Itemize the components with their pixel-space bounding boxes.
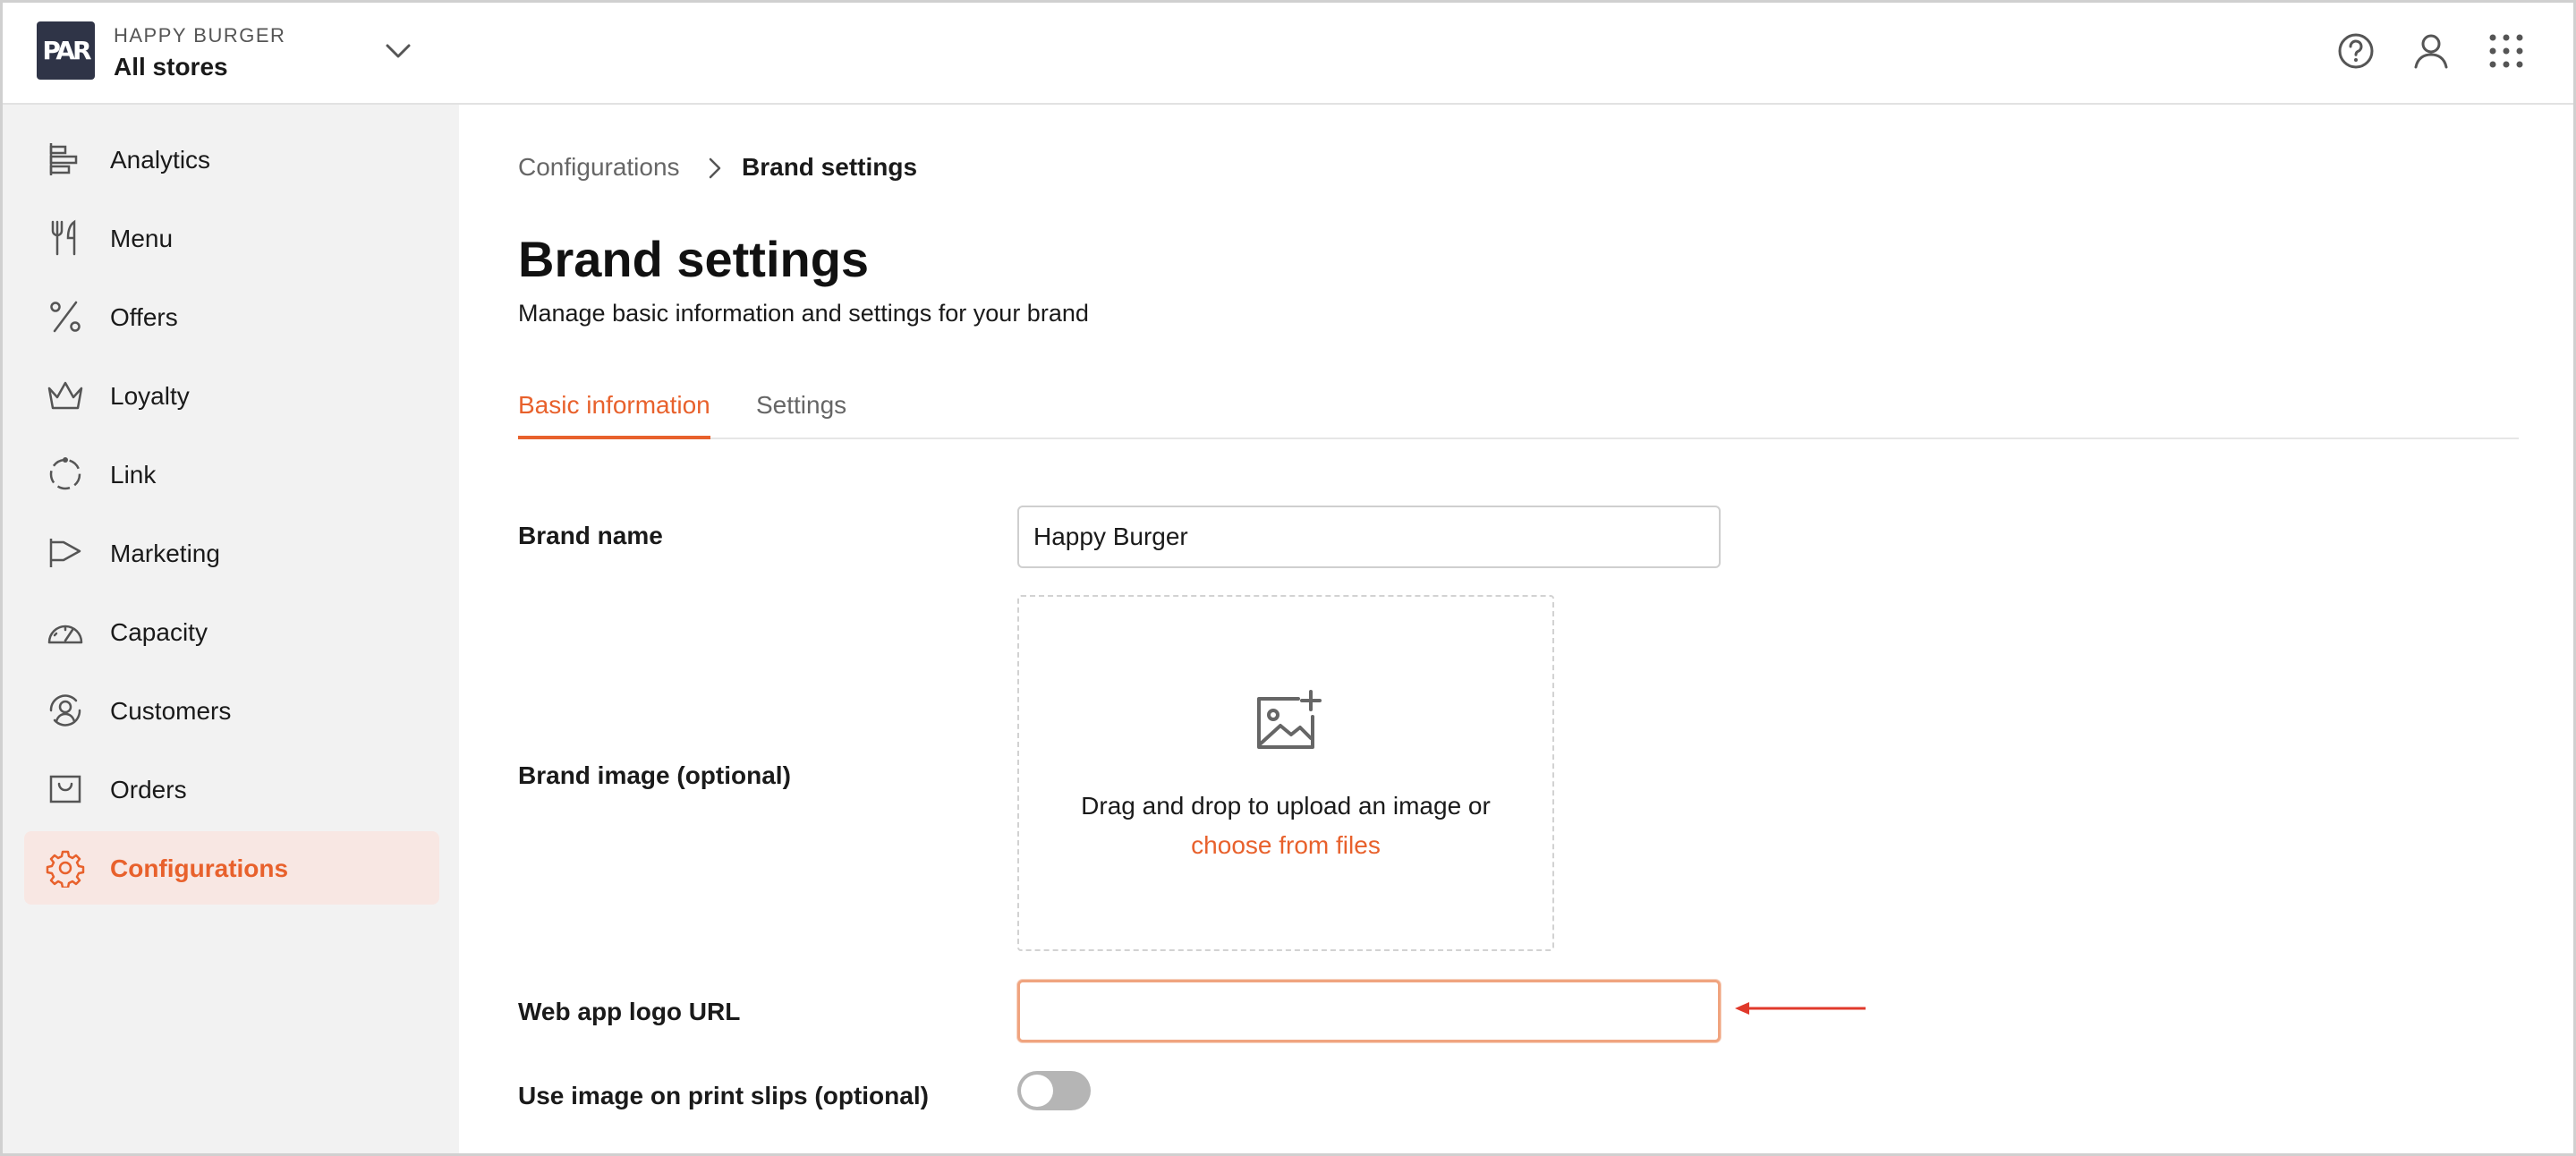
- store-selector[interactable]: All stores: [114, 53, 228, 81]
- sidebar-item-customers[interactable]: Customers: [24, 674, 439, 747]
- sidebar-item-label: Link: [110, 461, 157, 489]
- print-slips-label: Use image on print slips (optional): [518, 1082, 929, 1109]
- percent-icon: [50, 301, 81, 333]
- sidebar-item-label: Offers: [110, 303, 178, 331]
- brand-name-label: Brand name: [518, 522, 663, 549]
- sidebar-item-analytics[interactable]: Analytics: [24, 123, 439, 196]
- gauge-icon: [47, 625, 83, 644]
- top-header: PAR HAPPY BURGER All stores: [3, 3, 2573, 105]
- sidebar-item-label: Customers: [110, 697, 232, 725]
- par-logo: PAR: [37, 21, 95, 80]
- sidebar-item-offers[interactable]: Offers: [24, 280, 439, 353]
- chevron-down-icon[interactable]: [384, 40, 412, 62]
- sidebar-item-configurations[interactable]: Configurations: [24, 831, 439, 905]
- image-dropzone[interactable]: Drag and drop to upload an image or choo…: [1017, 595, 1554, 951]
- link-circle-icon: [49, 457, 81, 490]
- dropzone-text: Drag and drop to upload an image or: [1081, 792, 1491, 820]
- main-content: Configurations Brand settings Brand sett…: [459, 105, 2573, 1153]
- tab-settings[interactable]: Settings: [756, 391, 846, 420]
- sidebar-item-label: Capacity: [110, 618, 208, 646]
- tab-bar: Basic information Settings: [518, 373, 2519, 439]
- sidebar-item-label: Menu: [110, 225, 174, 252]
- tab-basic-information[interactable]: Basic information: [518, 391, 710, 439]
- gear-icon: [46, 850, 85, 888]
- crown-icon: [47, 381, 83, 410]
- sidebar-item-label: Marketing: [110, 540, 220, 567]
- sidebar-item-menu[interactable]: Menu: [24, 201, 439, 275]
- apps-grid-icon[interactable]: [2485, 30, 2528, 72]
- sidebar-item-label: Loyalty: [110, 382, 190, 410]
- sidebar-item-label: Analytics: [110, 146, 211, 174]
- breadcrumb-current: Brand settings: [742, 153, 918, 181]
- analytics-icon: [49, 143, 78, 175]
- app-window: PAR HAPPY BURGER All stores Analytics Me…: [0, 0, 2576, 1156]
- toggle-knob: [1021, 1075, 1053, 1107]
- sidebar-item-link[interactable]: Link: [24, 438, 439, 511]
- customers-icon: [49, 694, 81, 727]
- logo-url-label: Web app logo URL: [518, 998, 741, 1025]
- fork-knife-icon: [51, 219, 76, 256]
- sidebar-item-loyalty[interactable]: Loyalty: [24, 359, 439, 432]
- sidebar: Analytics Menu Offers Loyalty Link Marke…: [3, 105, 459, 1153]
- choose-files-link[interactable]: choose from files: [1019, 831, 1552, 860]
- annotation-arrow-icon: [1735, 1002, 1866, 1015]
- brand-name-label: HAPPY BURGER: [114, 24, 286, 47]
- chevron-right-icon: [709, 157, 721, 179]
- user-icon[interactable]: [2410, 30, 2453, 72]
- page-title: Brand settings: [518, 231, 870, 287]
- breadcrumb-parent-link[interactable]: Configurations: [518, 153, 680, 182]
- brand-image-label: Brand image (optional): [518, 761, 791, 789]
- sidebar-item-marketing[interactable]: Marketing: [24, 516, 439, 590]
- orders-icon: [49, 775, 81, 803]
- megaphone-icon: [49, 539, 81, 567]
- sidebar-item-label: Orders: [110, 776, 187, 803]
- brand-name-input[interactable]: [1017, 506, 1721, 568]
- print-slips-toggle[interactable]: [1017, 1071, 1091, 1110]
- sidebar-item-capacity[interactable]: Capacity: [24, 595, 439, 668]
- sidebar-item-label: Configurations: [110, 854, 289, 882]
- add-image-icon: [1257, 690, 1322, 749]
- help-icon[interactable]: [2334, 30, 2377, 72]
- page-subtitle: Manage basic information and settings fo…: [518, 300, 1089, 327]
- logo-url-input[interactable]: [1017, 980, 1721, 1042]
- sidebar-item-orders[interactable]: Orders: [24, 752, 439, 826]
